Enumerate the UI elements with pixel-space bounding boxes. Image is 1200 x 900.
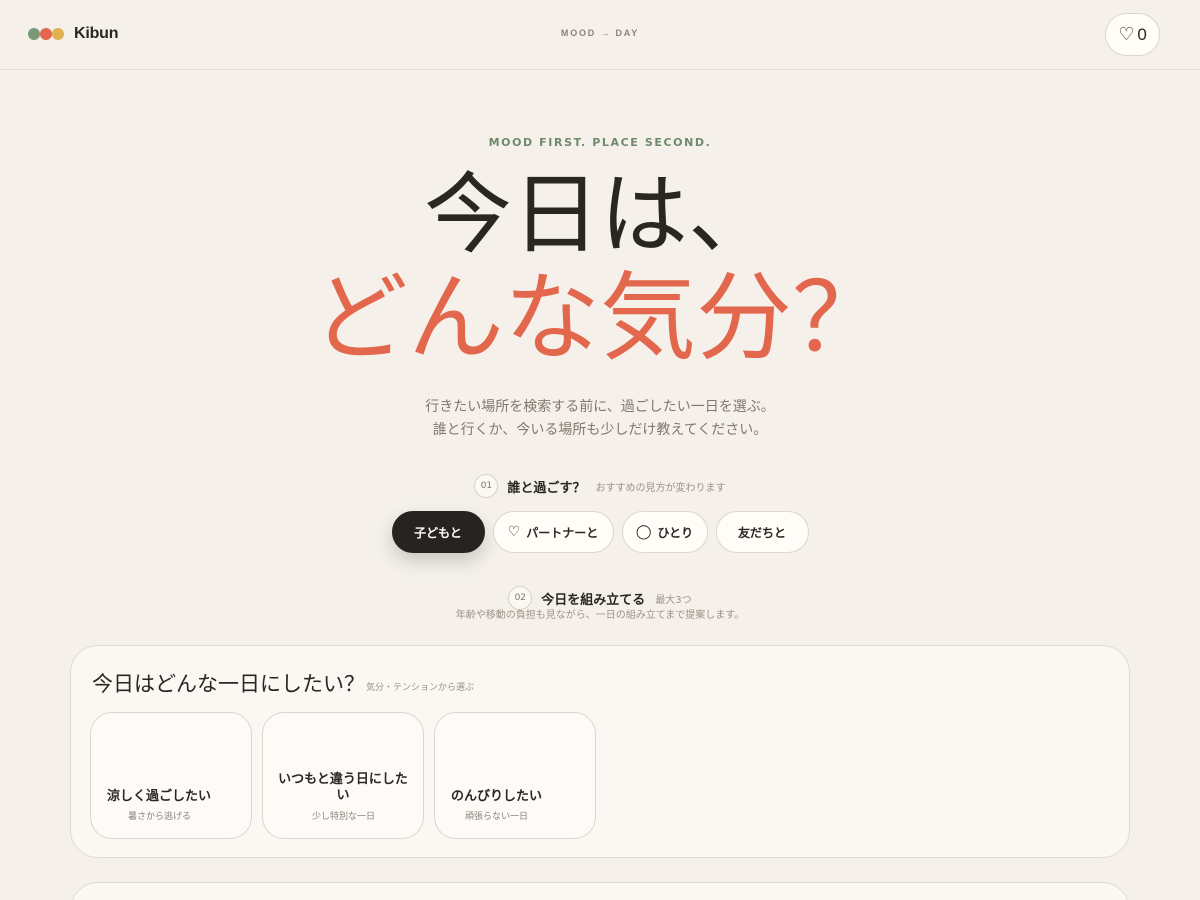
mood-card-title: のんびりしたい [451, 789, 543, 804]
step2-title: 今日を組み立てる [541, 592, 646, 608]
step1-hint: おすすめの見方が変わります [595, 482, 726, 494]
companion-partner-button[interactable]: ♡ パートナーと [492, 511, 614, 553]
step1-number: 01 [474, 474, 499, 498]
circle-icon: ◯ [635, 524, 652, 540]
companion-kids-label: 子どもと [414, 525, 462, 540]
heart-icon: ♡ [1118, 24, 1135, 45]
hero-eyebrow: MOOD FIRST. PLACE SECOND. [488, 136, 712, 149]
companion-solo-label: ひとり [657, 525, 694, 540]
hero-subtitle-line1: 行きたい場所を検索する前に、過ごしたい一日を選ぶ。 [425, 399, 775, 415]
companion-selector: 子どもと ♡ パートナーと ◯ ひとり 友だちと [0, 511, 1200, 553]
hero-title-line2: どんな気分？ [312, 262, 888, 374]
companion-partner-label: パートナーと [526, 525, 599, 540]
mood-card-relax[interactable]: のんびりしたい 頑張らない一日 [434, 712, 596, 839]
step1-header: 01 誰と過ごす？ おすすめの見方が変わります [0, 474, 1200, 498]
step2-hint: 最大3つ [655, 594, 692, 606]
top-bar: Kibun MOOD → DAY ♡ 0 [0, 0, 1200, 70]
companion-kids-button[interactable]: 子どもと [391, 511, 485, 553]
favorites-count: 0 [1137, 24, 1147, 44]
mood-card-title: いつもと違う日にしたい [278, 772, 408, 803]
favorites-button[interactable]: ♡ 0 [1105, 13, 1160, 56]
mood-card-subtitle: 少し特別な一日 [312, 812, 376, 822]
mood-panel: 今日はどんな一日にしたい？ 気分・テンションから選ぶ 涼しく過ごしたい 暑さから… [70, 645, 1130, 858]
mood-panel-hint: 気分・テンションから選ぶ [366, 683, 475, 693]
heart-icon: ♡ [507, 524, 521, 540]
companion-friends-label: 友だちと [737, 525, 786, 540]
mood-card-subtitle: 暑さから逃げる [128, 812, 192, 822]
companion-solo-button[interactable]: ◯ ひとり [621, 511, 708, 553]
step2-description: 年齢や移動の負担も見ながら、一日の組み立てまで提案します。 [455, 610, 745, 621]
hero-subtitle-line2: 誰と行くか、今いる場所も少しだけ教えてください。 [432, 422, 768, 438]
mood-panel-title: 今日はどんな一日にしたい？ [92, 672, 365, 696]
mood-card-subtitle: 頑張らない一日 [465, 812, 529, 822]
tagline: MOOD → DAY [560, 28, 640, 38]
mood-card-title: 涼しく過ごしたい [107, 789, 212, 804]
mood-card-cool[interactable]: 涼しく過ごしたい 暑さから逃げる [90, 712, 252, 839]
hero-subtitle: 行きたい場所を検索する前に、過ごしたい一日を選ぶ。 誰と行くか、今いる場所も少し… [0, 396, 1200, 442]
mood-card-special[interactable]: いつもと違う日にしたい 少し特別な一日 [262, 712, 424, 839]
next-panel [70, 882, 1130, 900]
hero-title-line1: 今日は、 [423, 163, 776, 266]
companion-friends-button[interactable]: 友だちと [715, 511, 809, 553]
step1-title: 誰と過ごす？ [507, 480, 586, 496]
